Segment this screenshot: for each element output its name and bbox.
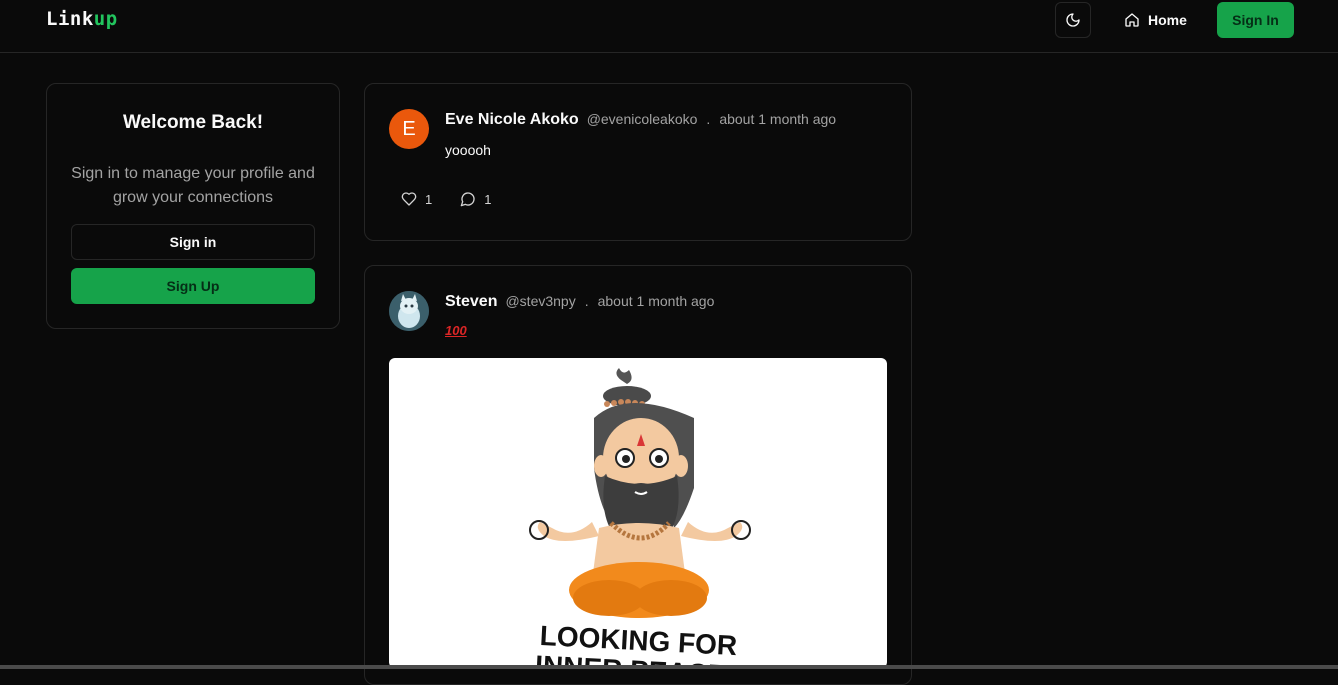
meditating-sadhu-illustration: LOOKING FOR INNER PEACE..	[529, 368, 751, 668]
moon-icon	[1066, 13, 1080, 27]
post-card: E Eve Nicole Akoko @evenicoleakoko . abo…	[364, 83, 912, 241]
post-header: Steven @stev3npy . about 1 month ago	[445, 293, 714, 311]
post-header: Eve Nicole Akoko @evenicoleakoko . about…	[445, 111, 836, 129]
home-label: Home	[1148, 12, 1187, 28]
post-image[interactable]: LOOKING FOR INNER PEACE..	[389, 358, 887, 668]
welcome-subtitle: Sign in to manage your profile and grow …	[71, 165, 315, 206]
welcome-title: Welcome Back!	[122, 112, 264, 133]
post-separator: .	[584, 293, 589, 309]
post-author-name[interactable]: Eve Nicole Akoko	[445, 111, 579, 129]
hundred-points-emoji: 100	[445, 323, 467, 338]
post-timestamp: about 1 month ago	[719, 111, 837, 127]
post-author-handle[interactable]: @evenicoleakoko	[587, 111, 698, 127]
post-actions: 1 1	[401, 191, 491, 207]
post-author-name[interactable]: Steven	[445, 293, 497, 311]
nav-signin-button[interactable]: Sign In	[1217, 2, 1294, 38]
comment-button[interactable]: 1	[460, 191, 491, 207]
like-button[interactable]: 1	[401, 191, 432, 207]
comment-icon	[460, 192, 475, 207]
avatar[interactable]: E	[389, 109, 429, 149]
post-separator: .	[706, 111, 711, 127]
comment-count: 1	[484, 191, 492, 207]
post-timestamp: about 1 month ago	[597, 293, 715, 309]
welcome-card: Welcome Back! Sign in to manage your pro…	[46, 83, 340, 329]
avatar-image	[389, 291, 429, 331]
signin-button[interactable]: Sign in	[71, 224, 315, 260]
theme-toggle-button[interactable]	[1055, 2, 1091, 38]
top-navbar: Linkup Home Sign In	[0, 0, 1338, 53]
home-icon	[1125, 13, 1139, 27]
home-link[interactable]: Home	[1112, 2, 1199, 38]
logo-text-accent: up	[93, 8, 118, 30]
avatar[interactable]	[389, 291, 429, 331]
linkup-logo[interactable]: Linkup	[46, 8, 118, 30]
heart-icon	[401, 192, 417, 206]
avatar-letter: E	[402, 117, 416, 140]
post-card: Steven @stev3npy . about 1 month ago 100	[364, 265, 912, 685]
window-bottom-edge	[0, 665, 1338, 669]
like-count: 1	[425, 191, 433, 207]
post-author-handle[interactable]: @stev3npy	[505, 293, 575, 309]
signup-button[interactable]: Sign Up	[71, 268, 315, 304]
logo-text-primary: Link	[46, 8, 94, 30]
post-content: yooooh	[445, 142, 491, 158]
